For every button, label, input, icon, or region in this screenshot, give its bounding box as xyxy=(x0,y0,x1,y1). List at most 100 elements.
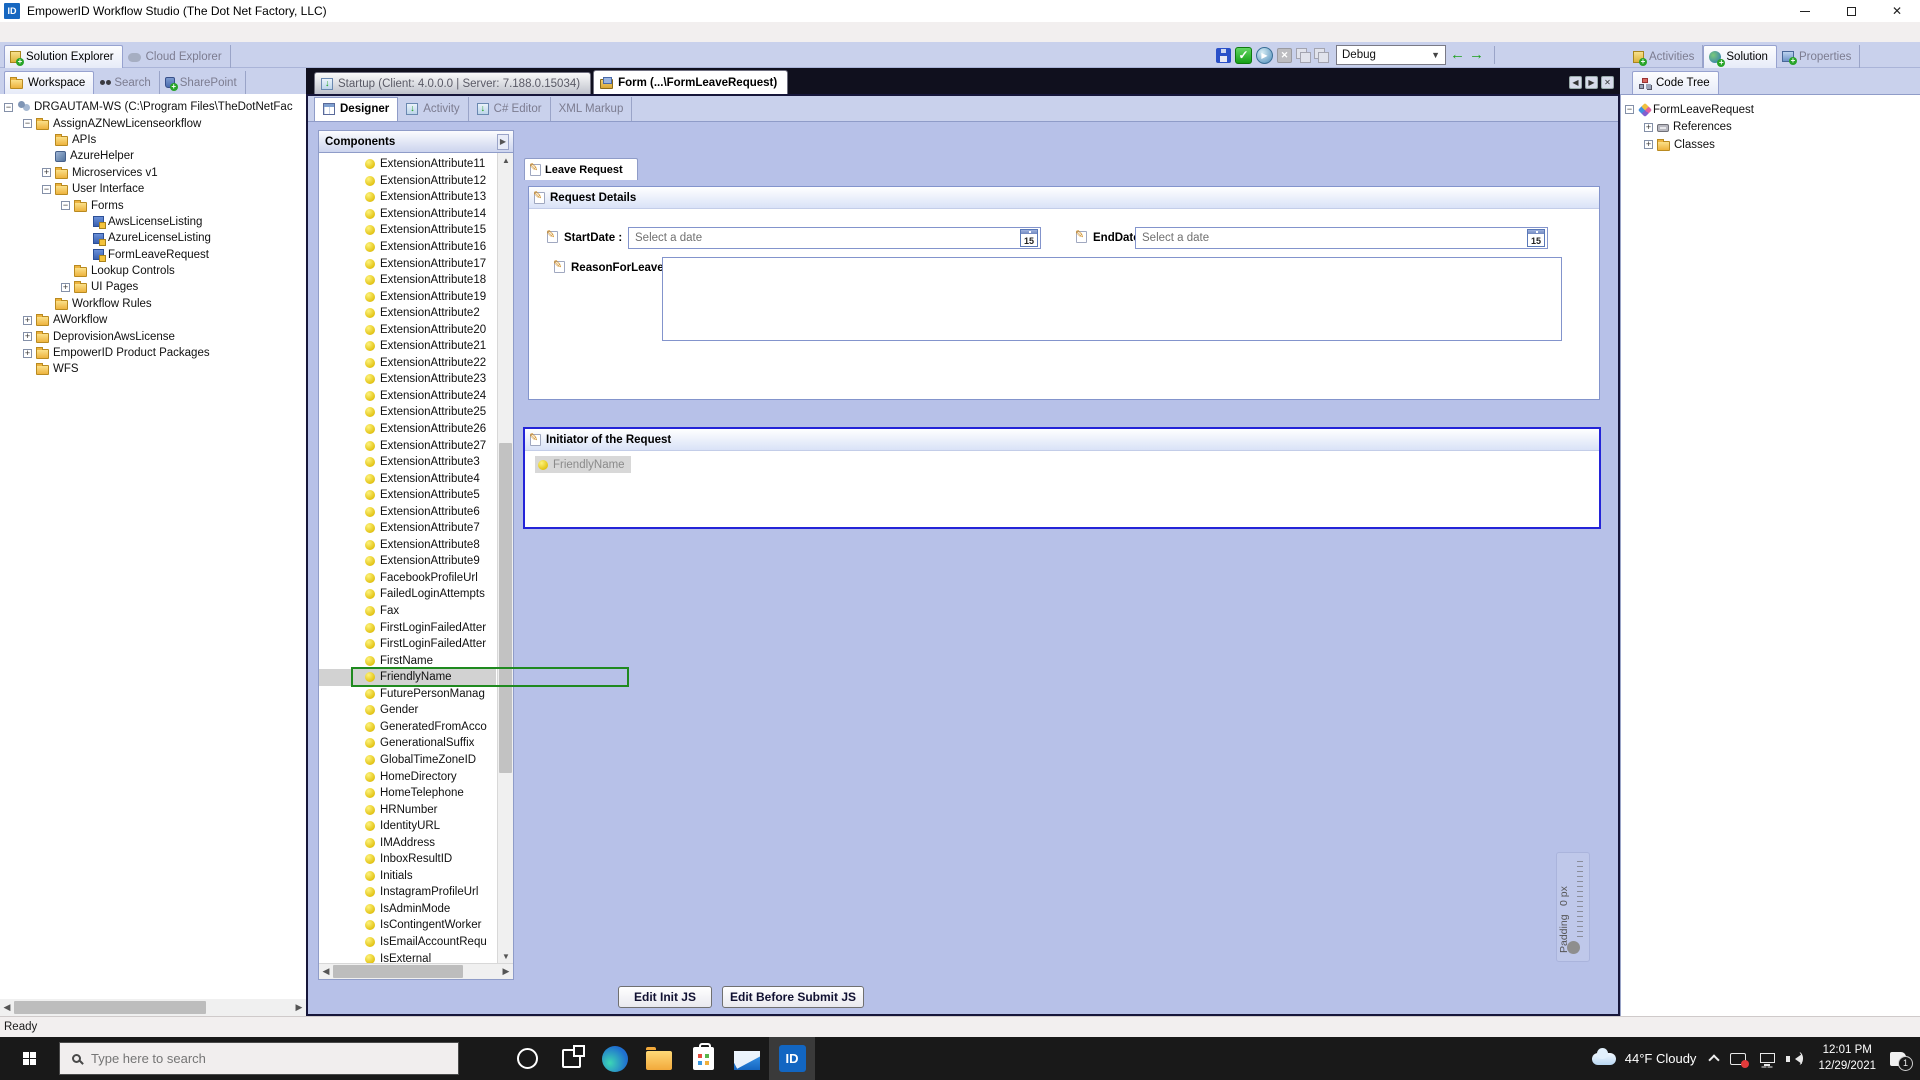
component-item[interactable]: ExtensionAttribute7 xyxy=(319,520,496,537)
component-item[interactable]: ExtensionAttribute17 xyxy=(319,255,496,272)
components-horizontal-scrollbar[interactable]: ◀ ▶ xyxy=(319,963,513,979)
expander-icon[interactable]: + xyxy=(23,349,32,358)
component-item[interactable]: ExtensionAttribute23 xyxy=(319,371,496,388)
dock-tab[interactable]: Code Tree xyxy=(1632,71,1719,94)
end-date-input[interactable] xyxy=(1135,227,1548,249)
component-item[interactable]: ExtensionAttribute8 xyxy=(319,537,496,554)
component-item[interactable]: IsAdminMode xyxy=(319,901,496,918)
start-button[interactable] xyxy=(0,1037,59,1080)
clock[interactable]: 12:01 PM 12/29/2021 xyxy=(1818,1043,1876,1074)
component-item[interactable]: IsEmailAccountRequ xyxy=(319,934,496,951)
component-item[interactable]: ExtensionAttribute24 xyxy=(319,388,496,405)
component-item[interactable]: IMAddress xyxy=(319,834,496,851)
component-item[interactable]: ExtensionAttribute20 xyxy=(319,321,496,338)
scroll-up-icon[interactable]: ▲ xyxy=(498,153,514,168)
component-item[interactable]: FacebookProfileUrl xyxy=(319,570,496,587)
end-date-calendar-icon[interactable]: 15 xyxy=(1527,229,1545,247)
padding-slider-knob[interactable] xyxy=(1567,941,1580,954)
tree-item[interactable]: Lookup Controls xyxy=(0,263,306,279)
component-item[interactable]: FailedLoginAttempts xyxy=(319,586,496,603)
component-item[interactable]: ExtensionAttribute14 xyxy=(319,206,496,223)
edit-before-submit-js-button[interactable]: Edit Before Submit JS xyxy=(722,986,864,1008)
expander-icon[interactable]: + xyxy=(61,283,70,292)
component-item[interactable]: ExtensionAttribute3 xyxy=(319,454,496,471)
screen-share-icon[interactable] xyxy=(1730,1053,1746,1065)
component-item[interactable]: ExtensionAttribute5 xyxy=(319,487,496,504)
tree-item[interactable]: + DeprovisionAwsLicense xyxy=(0,328,306,344)
notification-center-icon[interactable]: 1 xyxy=(1890,1052,1906,1066)
expander-icon[interactable]: + xyxy=(1644,123,1653,132)
close-document-icon[interactable]: ✕ xyxy=(1601,76,1614,89)
task-view-button[interactable] xyxy=(549,1037,593,1080)
scrollbar-thumb[interactable] xyxy=(333,965,463,978)
component-item[interactable]: InstagramProfileUrl xyxy=(319,884,496,901)
collapse-panel-icon[interactable]: ▶ xyxy=(497,134,509,150)
tree-item[interactable]: + References xyxy=(1621,119,1920,137)
component-item[interactable]: Fax xyxy=(319,603,496,620)
tree-item[interactable]: FormLeaveRequest xyxy=(0,247,306,263)
component-item[interactable]: IsContingentWorker xyxy=(319,917,496,934)
tree-horizontal-scrollbar[interactable]: ◀ ▶ xyxy=(0,999,306,1016)
dock-tab[interactable]: Solution Explorer xyxy=(4,45,123,68)
tree-item[interactable]: WFS xyxy=(0,361,306,377)
reason-for-leave-textarea[interactable] xyxy=(662,257,1562,341)
padding-control[interactable]: Padding 0 px xyxy=(1556,852,1590,962)
document-tab[interactable]: Startup (Client: 4.0.0.0 | Server: 7.188… xyxy=(314,72,591,94)
initiator-group-selected[interactable]: Initiator of the Request FriendlyName xyxy=(523,427,1601,529)
component-item[interactable]: HRNumber xyxy=(319,801,496,818)
component-item[interactable]: ExtensionAttribute6 xyxy=(319,503,496,520)
component-item[interactable]: ExtensionAttribute19 xyxy=(319,288,496,305)
expander-icon[interactable]: + xyxy=(23,332,32,341)
cortana-button[interactable] xyxy=(505,1037,549,1080)
tree-item[interactable]: − User Interface xyxy=(0,181,306,197)
component-item[interactable]: InboxResultID xyxy=(319,851,496,868)
scroll-tabs-right-icon[interactable]: ▶ xyxy=(1585,76,1598,89)
view-tab[interactable]: Activity xyxy=(398,97,468,121)
empowerid-taskbar-button[interactable]: ID xyxy=(769,1037,815,1080)
component-item[interactable]: FuturePersonManag xyxy=(319,686,496,703)
tree-item[interactable]: − DRGAUTAM-WS (C:\Program Files\TheDotNe… xyxy=(0,99,306,115)
component-item[interactable]: ExtensionAttribute15 xyxy=(319,222,496,239)
tree-item[interactable]: − AssignAZNewLicenseorkflow xyxy=(0,115,306,131)
scroll-left-icon[interactable]: ◀ xyxy=(319,966,333,977)
copy-icon[interactable] xyxy=(1296,48,1310,62)
padding-slider-track[interactable] xyxy=(1577,861,1583,939)
scrollbar-thumb[interactable] xyxy=(499,443,512,773)
component-item[interactable]: ExtensionAttribute18 xyxy=(319,272,496,289)
form-page-tab[interactable]: Leave Request xyxy=(524,158,638,180)
tree-item[interactable]: − FormLeaveRequest xyxy=(1621,101,1920,119)
tree-item[interactable]: APIs xyxy=(0,132,306,148)
friendlyname-field[interactable]: FriendlyName xyxy=(535,456,631,473)
tree-item[interactable]: AzureLicenseListing xyxy=(0,230,306,246)
expander-icon[interactable]: − xyxy=(61,201,70,210)
view-tab[interactable]: XML Markup xyxy=(551,97,633,121)
tree-item[interactable]: + Microservices v1 xyxy=(0,165,306,181)
save-icon[interactable] xyxy=(1216,48,1231,63)
dock-tab[interactable]: SharePoint xyxy=(160,71,246,94)
expander-icon[interactable]: − xyxy=(23,119,32,128)
component-item[interactable]: ExtensionAttribute2 xyxy=(319,305,496,322)
minimize-button[interactable] xyxy=(1782,0,1828,22)
component-item[interactable]: HomeTelephone xyxy=(319,785,496,802)
run-icon[interactable]: ▶ xyxy=(1256,47,1273,64)
dock-tab[interactable]: Cloud Explorer xyxy=(123,45,231,68)
component-item[interactable]: FirstLoginFailedAtter xyxy=(319,636,496,653)
request-details-group[interactable]: Request Details StartDate : 15 EndDate :… xyxy=(528,186,1600,400)
build-configuration-select[interactable]: Debug ▼ xyxy=(1336,45,1446,65)
document-tab[interactable]: Form (...\FormLeaveRequest) xyxy=(593,70,788,94)
dock-tab[interactable]: Workspace xyxy=(4,71,94,94)
view-tab[interactable]: Designer xyxy=(314,97,398,121)
tree-item[interactable]: AwsLicenseListing xyxy=(0,214,306,230)
volume-icon[interactable] xyxy=(1790,1054,1802,1064)
tree-item[interactable]: − Forms xyxy=(0,197,306,213)
component-item[interactable]: GlobalTimeZoneID xyxy=(319,752,496,769)
component-item[interactable]: ExtensionAttribute16 xyxy=(319,239,496,256)
mail-button[interactable] xyxy=(725,1037,769,1080)
components-vertical-scrollbar[interactable]: ▲ ▼ xyxy=(497,153,513,964)
tree-item[interactable]: + AWorkflow xyxy=(0,312,306,328)
component-item[interactable]: ExtensionAttribute4 xyxy=(319,470,496,487)
component-item[interactable]: ExtensionAttribute26 xyxy=(319,421,496,438)
paste-icon[interactable] xyxy=(1314,48,1328,62)
tree-item[interactable]: + Classes xyxy=(1621,136,1920,154)
component-item[interactable]: FirstLoginFailedAtter xyxy=(319,619,496,636)
